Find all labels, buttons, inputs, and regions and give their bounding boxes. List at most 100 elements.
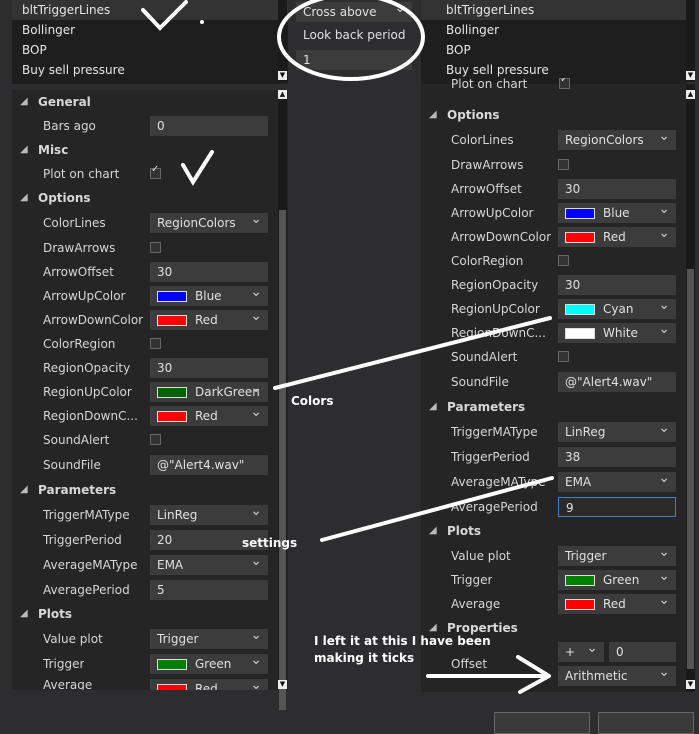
collapse-icon[interactable]: ◢ bbox=[20, 138, 28, 162]
collapse-icon[interactable]: ◢ bbox=[20, 186, 28, 210]
soundfile-input[interactable]: @"Alert4.wav" bbox=[150, 455, 268, 475]
offset-input[interactable]: 0 bbox=[609, 642, 676, 662]
triggermatype-select[interactable]: LinReg bbox=[150, 505, 268, 525]
list-item[interactable]: bltTriggerLines bbox=[421, 0, 686, 20]
arrowdown-color-select[interactable]: Red bbox=[558, 227, 676, 247]
list-item[interactable]: Bollinger bbox=[421, 20, 686, 40]
color-swatch bbox=[565, 304, 595, 315]
soundalert-checkbox[interactable] bbox=[150, 434, 161, 445]
color-swatch bbox=[157, 411, 187, 422]
arrowoffset-input[interactable]: 30 bbox=[558, 179, 676, 199]
section-plots[interactable]: ◢ Plots bbox=[12, 602, 288, 626]
scroll-down-icon[interactable]: ▼ bbox=[686, 680, 695, 689]
lookback-label: Look back period bbox=[303, 28, 406, 42]
collapse-icon[interactable]: ◢ bbox=[429, 519, 437, 543]
averageperiod-input[interactable]: 5 bbox=[150, 580, 268, 600]
regionup-color-select[interactable]: Cyan bbox=[558, 299, 676, 319]
scroll-thumb[interactable] bbox=[279, 210, 286, 710]
right-property-grid: Plot on chart ◢Options ColorLines RegionC… bbox=[421, 78, 686, 692]
averageperiod-input[interactable]: 9 bbox=[558, 497, 676, 517]
average-color-select[interactable]: Red bbox=[558, 594, 676, 614]
section-parameters[interactable]: ◢ Parameters bbox=[12, 478, 288, 502]
trigger-color-select[interactable]: Green bbox=[150, 654, 268, 674]
section-options[interactable]: ◢ Options bbox=[12, 186, 288, 210]
right-indicator-list[interactable]: bltTriggerLines Bollinger BOP Buy sell p… bbox=[421, 0, 686, 84]
scale-select[interactable]: Arithmetic bbox=[558, 666, 676, 686]
row-arrowdown: ArrowDownColor Red bbox=[421, 225, 686, 249]
offset-sign-select[interactable]: + bbox=[558, 642, 604, 662]
left-list-scrollbar[interactable]: ▼ bbox=[278, 0, 287, 82]
scroll-up-icon[interactable]: ▲ bbox=[686, 90, 695, 99]
collapse-icon[interactable]: ◢ bbox=[429, 395, 437, 419]
valueplot-select[interactable]: Trigger bbox=[150, 629, 268, 649]
drawarrows-checkbox[interactable] bbox=[558, 159, 569, 170]
row-regionopacity: RegionOpacity 30 bbox=[12, 356, 288, 380]
scroll-down-icon[interactable]: ▼ bbox=[278, 71, 287, 80]
collapse-icon[interactable]: ◢ bbox=[20, 602, 28, 626]
row-plot-on-chart: Plot on chart bbox=[12, 162, 288, 186]
arrowdown-color-select[interactable]: Red bbox=[150, 310, 268, 330]
section-options[interactable]: ◢ Options bbox=[421, 103, 686, 127]
row-colorlines: ColorLines RegionColors bbox=[12, 211, 288, 235]
ok-button[interactable] bbox=[494, 712, 590, 734]
section-misc[interactable]: ◢ Misc bbox=[12, 138, 288, 162]
colorregion-checkbox[interactable] bbox=[150, 338, 161, 349]
list-item[interactable]: Buy sell pressure bbox=[421, 60, 686, 80]
label: AveragePeriod bbox=[451, 500, 538, 514]
regiondown-color-select[interactable]: White bbox=[558, 323, 676, 343]
color-swatch bbox=[157, 659, 187, 670]
cancel-button[interactable] bbox=[598, 712, 694, 734]
collapse-icon[interactable]: ◢ bbox=[429, 103, 437, 127]
collapse-icon[interactable]: ◢ bbox=[20, 90, 28, 114]
section-general[interactable]: ◢ General bbox=[12, 90, 288, 114]
collapse-icon[interactable]: ◢ bbox=[20, 478, 28, 502]
section-parameters[interactable]: ◢ Parameters bbox=[421, 395, 686, 419]
soundfile-input[interactable]: @"Alert4.wav" bbox=[558, 372, 676, 392]
plot-on-chart-checkbox[interactable] bbox=[150, 164, 161, 179]
section-plots[interactable]: ◢ Plots bbox=[421, 519, 686, 543]
label: RegionUpColor bbox=[451, 302, 540, 316]
list-item[interactable]: Bollinger bbox=[12, 20, 288, 40]
condition-select[interactable]: Cross above bbox=[296, 2, 412, 22]
averagematype-select[interactable]: EMA bbox=[558, 472, 676, 492]
bars-ago-input[interactable]: 0 bbox=[150, 116, 268, 136]
triggerperiod-input[interactable]: 38 bbox=[558, 447, 676, 467]
trigger-color-select[interactable]: Green bbox=[558, 570, 676, 590]
list-item[interactable]: BOP bbox=[12, 40, 288, 60]
row-drawarrows: DrawArrows bbox=[421, 153, 686, 177]
lookback-input[interactable]: 1 bbox=[296, 50, 412, 70]
average-color-select[interactable]: Red bbox=[150, 679, 268, 690]
list-item[interactable]: Buy sell pressure bbox=[12, 60, 288, 80]
scroll-down-icon[interactable]: ▼ bbox=[278, 680, 287, 689]
row-soundalert: SoundAlert bbox=[12, 428, 288, 452]
list-item[interactable]: bltTriggerLines bbox=[12, 0, 288, 20]
averagematype-select[interactable]: EMA bbox=[150, 555, 268, 575]
colorlines-select[interactable]: RegionColors bbox=[150, 213, 268, 233]
arrowup-color-select[interactable]: Blue bbox=[150, 286, 268, 306]
plot-on-chart-checkbox[interactable] bbox=[559, 78, 570, 89]
scroll-up-icon[interactable]: ▲ bbox=[278, 90, 287, 99]
right-list-scrollbar[interactable]: ▼ bbox=[686, 0, 695, 82]
list-item[interactable]: BOP bbox=[421, 40, 686, 60]
left-grid-scrollbar[interactable]: ▲ ▼ bbox=[278, 90, 287, 710]
drawarrows-checkbox[interactable] bbox=[150, 242, 161, 253]
colorlines-select[interactable]: RegionColors bbox=[558, 130, 676, 150]
color-swatch bbox=[565, 599, 595, 610]
colorregion-checkbox[interactable] bbox=[558, 255, 569, 266]
valueplot-select[interactable]: Trigger bbox=[558, 546, 676, 566]
arrowoffset-input[interactable]: 30 bbox=[150, 262, 268, 282]
triggermatype-select[interactable]: LinReg bbox=[558, 422, 676, 442]
soundalert-checkbox[interactable] bbox=[558, 351, 569, 362]
scroll-down-icon[interactable]: ▼ bbox=[686, 71, 695, 80]
regionopacity-input[interactable]: 30 bbox=[558, 275, 676, 295]
row-soundfile: SoundFile @"Alert4.wav" bbox=[421, 370, 686, 394]
regionup-color-select[interactable]: DarkGreen bbox=[150, 382, 268, 402]
row-regionup: RegionUpColor Cyan bbox=[421, 297, 686, 321]
regionopacity-input[interactable]: 30 bbox=[150, 358, 268, 378]
regiondown-color-select[interactable]: Red bbox=[150, 406, 268, 426]
arrowup-color-select[interactable]: Blue bbox=[558, 203, 676, 223]
right-grid-scrollbar[interactable]: ▲ ▼ bbox=[686, 84, 695, 692]
scroll-thumb[interactable] bbox=[687, 269, 694, 669]
left-indicator-list[interactable]: bltTriggerLines Bollinger BOP Buy sell p… bbox=[12, 0, 288, 84]
label: ColorRegion bbox=[451, 254, 524, 268]
